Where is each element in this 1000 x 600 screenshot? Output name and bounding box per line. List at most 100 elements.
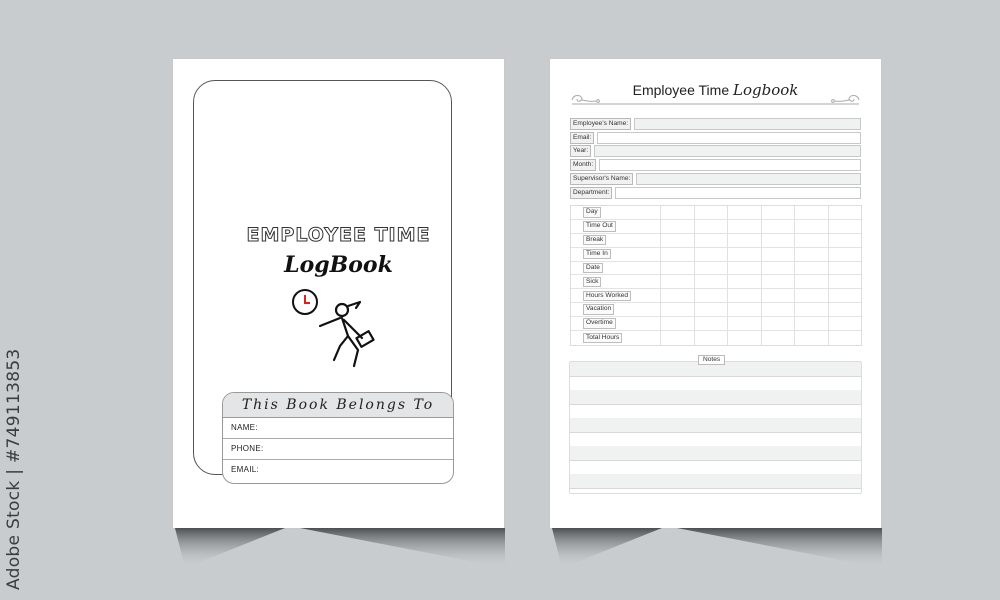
timesheet-cell[interactable] bbox=[760, 247, 795, 261]
notes-line[interactable] bbox=[570, 433, 861, 446]
timesheet-cell[interactable] bbox=[693, 317, 728, 331]
timesheet-cell[interactable] bbox=[760, 331, 795, 345]
timesheet-cell[interactable] bbox=[760, 289, 795, 303]
owner-name-field[interactable]: NAME: bbox=[223, 418, 453, 439]
timesheet-cell[interactable] bbox=[827, 331, 862, 345]
timesheet-row-header: Time Out bbox=[571, 220, 660, 233]
notes-line[interactable] bbox=[570, 390, 861, 405]
owner-phone-field[interactable]: PHONE: bbox=[223, 439, 453, 460]
department-field[interactable] bbox=[615, 186, 861, 199]
timesheet-cell[interactable] bbox=[727, 247, 761, 261]
timesheet-cell[interactable] bbox=[794, 219, 828, 233]
timesheet-cell[interactable] bbox=[693, 219, 728, 233]
timesheet-row-header: Date bbox=[571, 262, 660, 275]
notes-line[interactable] bbox=[570, 474, 861, 489]
timesheet-cell[interactable] bbox=[660, 275, 694, 289]
timesheet-cell[interactable] bbox=[760, 206, 795, 219]
timesheet-cell[interactable] bbox=[760, 219, 795, 233]
supervisor-name-field[interactable] bbox=[636, 172, 861, 185]
timesheet-cell[interactable] bbox=[660, 261, 694, 275]
timesheet-row: Day bbox=[571, 206, 861, 220]
timesheet-cell[interactable] bbox=[693, 275, 728, 289]
timesheet-cell[interactable] bbox=[760, 317, 795, 331]
timesheet-cell[interactable] bbox=[727, 275, 761, 289]
email-field[interactable] bbox=[597, 131, 861, 144]
timesheet-cell[interactable] bbox=[794, 331, 828, 345]
log-page-shadow bbox=[552, 528, 882, 568]
timesheet-cell[interactable] bbox=[727, 303, 761, 317]
timesheet-cell[interactable] bbox=[693, 206, 728, 219]
timesheet-cell[interactable] bbox=[727, 331, 761, 345]
employee-name-field[interactable] bbox=[634, 117, 861, 130]
timesheet-cell[interactable] bbox=[693, 233, 728, 247]
timesheet-cell[interactable] bbox=[794, 261, 828, 275]
timesheet-row: Time In bbox=[571, 247, 862, 262]
timesheet-cell[interactable] bbox=[827, 233, 862, 247]
timesheet-cell[interactable] bbox=[727, 219, 761, 233]
timesheet-cell[interactable] bbox=[727, 206, 761, 219]
timesheet-cell[interactable] bbox=[794, 233, 828, 247]
notes-line[interactable] bbox=[570, 461, 861, 474]
timesheet-cell[interactable] bbox=[760, 233, 795, 247]
notes-line[interactable] bbox=[570, 377, 861, 390]
timesheet-cell[interactable] bbox=[660, 289, 694, 303]
timesheet-row-header: Day bbox=[571, 206, 660, 219]
timesheet-cell[interactable] bbox=[794, 317, 828, 331]
timesheet-cell[interactable] bbox=[660, 317, 694, 331]
timesheet-row-label: Overtime bbox=[583, 318, 616, 329]
timesheet-cell[interactable] bbox=[693, 247, 728, 261]
timesheet-cell[interactable] bbox=[760, 303, 795, 317]
timesheet-cell[interactable] bbox=[794, 303, 828, 317]
notes-line[interactable] bbox=[570, 405, 861, 418]
timesheet-cell[interactable] bbox=[827, 289, 862, 303]
info-row-email: Email: bbox=[570, 131, 861, 145]
timesheet-cell[interactable] bbox=[827, 275, 862, 289]
timesheet-cell[interactable] bbox=[693, 289, 728, 303]
timesheet-cell[interactable] bbox=[693, 303, 728, 317]
timesheet-cell[interactable] bbox=[660, 331, 694, 345]
timesheet-cell[interactable] bbox=[727, 289, 761, 303]
month-label: Month: bbox=[570, 159, 597, 172]
timesheet-cell[interactable] bbox=[660, 247, 694, 261]
year-field[interactable] bbox=[594, 145, 861, 158]
timesheet-cell[interactable] bbox=[660, 206, 694, 219]
timesheet-cell[interactable] bbox=[827, 206, 862, 219]
timesheet-cell[interactable] bbox=[827, 219, 862, 233]
timesheet-cell[interactable] bbox=[794, 289, 828, 303]
timesheet-cell[interactable] bbox=[727, 317, 761, 331]
notes-line[interactable] bbox=[570, 489, 861, 493]
cover-title: EMPLOYEE TIME bbox=[246, 224, 431, 247]
owner-email-field[interactable]: EMAIL: bbox=[223, 460, 453, 480]
timesheet-cell[interactable] bbox=[660, 233, 694, 247]
notes-line[interactable] bbox=[570, 446, 861, 461]
timesheet-cell[interactable] bbox=[827, 317, 862, 331]
timesheet-grid: Day Time Out Break Time In Date Sick Hours Wor… bbox=[570, 205, 862, 346]
timesheet-cell[interactable] bbox=[760, 261, 795, 275]
timesheet-cell[interactable] bbox=[827, 261, 862, 275]
timesheet-row: Total Hours bbox=[571, 331, 861, 345]
timesheet-row: Time Out bbox=[571, 219, 862, 234]
info-row-year: Year: bbox=[570, 145, 861, 159]
timesheet-row: Break bbox=[571, 233, 862, 248]
timesheet-cell[interactable] bbox=[693, 261, 728, 275]
timesheet-cell[interactable] bbox=[794, 206, 828, 219]
timesheet-row-header: Overtime bbox=[571, 317, 660, 330]
timesheet-cell[interactable] bbox=[660, 219, 694, 233]
timesheet-cell[interactable] bbox=[760, 275, 795, 289]
timesheet-cell[interactable] bbox=[827, 303, 862, 317]
timesheet-cell[interactable] bbox=[794, 275, 828, 289]
timesheet-cell[interactable] bbox=[727, 233, 761, 247]
timesheet-cell[interactable] bbox=[660, 303, 694, 317]
timesheet-row-label: Day bbox=[583, 207, 601, 218]
timesheet-cell[interactable] bbox=[693, 331, 728, 345]
timesheet-cell[interactable] bbox=[794, 247, 828, 261]
timesheet-cell[interactable] bbox=[827, 247, 862, 261]
timesheet-row-label: Sick bbox=[583, 276, 602, 288]
department-label: Department: bbox=[570, 186, 613, 199]
timesheet-cell[interactable] bbox=[727, 261, 761, 275]
timesheet-row: Vacation bbox=[571, 303, 862, 318]
notes-line[interactable] bbox=[570, 418, 861, 433]
month-field[interactable] bbox=[599, 159, 861, 172]
timesheet-row-label: Hours Worked bbox=[583, 290, 632, 302]
cover-page: EMPLOYEE TIME LogBook This Book Belongs … bbox=[173, 59, 504, 528]
